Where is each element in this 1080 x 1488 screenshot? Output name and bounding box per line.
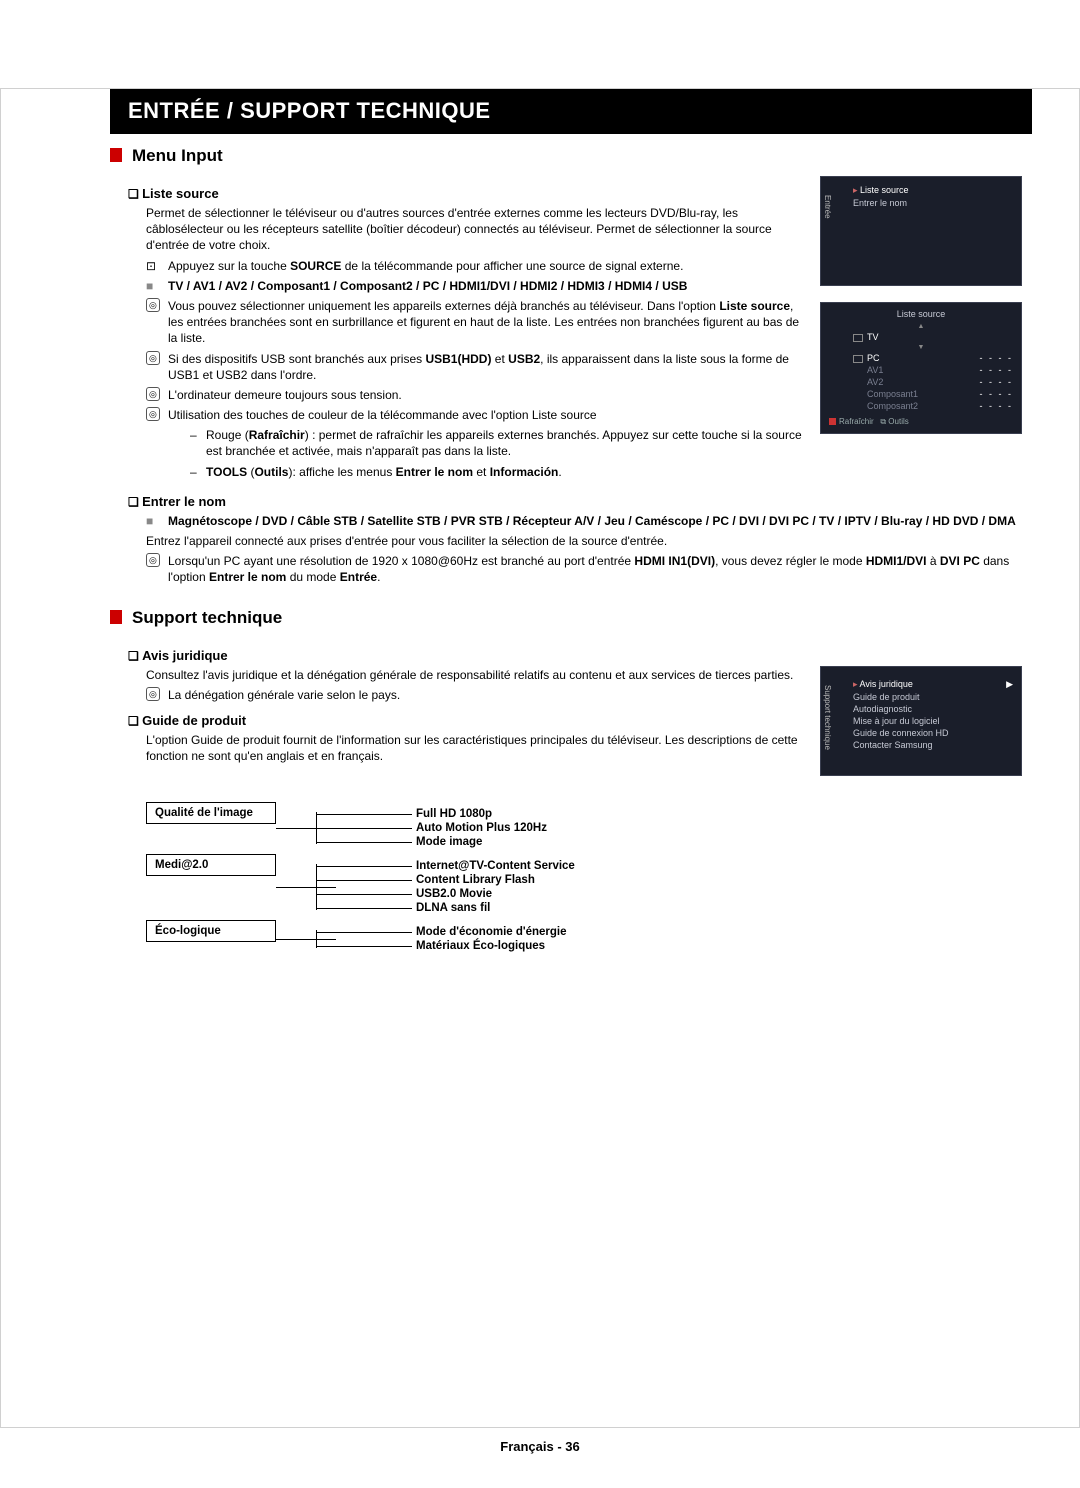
table-cell: Internet@TV-Content Service [376, 860, 575, 872]
osd-support: Support technique ▸ Avis juridique▶ Guid… [820, 666, 1022, 776]
section-menu-input: Menu Input [110, 146, 1022, 166]
table-cell: Medi@2.0 [146, 854, 276, 876]
para: L'option Guide de produit fournit de l'i… [146, 732, 802, 764]
osd-header: Liste source [829, 309, 1013, 319]
heading-liste-source: Liste source [110, 186, 802, 201]
osd-liste-source: Liste source TV PC- - - - AV1- - - - AV2… [820, 302, 1022, 434]
table-cell: Matériaux Éco-logiques [376, 940, 567, 952]
heading-guide-produit: Guide de produit [110, 713, 802, 728]
section-support-technique: Support technique [110, 608, 1022, 628]
table-cell: Mode image [376, 836, 547, 848]
feature-table: Qualité de l'image Full HD 1080p Auto Mo… [146, 802, 1022, 958]
osd-row: Entrer le nom [829, 198, 1013, 208]
note: Utilisation des touches de couleur de la… [146, 407, 802, 423]
osd-sidetab: Entrée [823, 195, 832, 219]
note: Vous pouvez sélectionner uniquement les … [146, 298, 802, 347]
para: Permet de sélectionner le téléviseur ou … [146, 205, 802, 254]
table-cell: DLNA sans fil [376, 902, 575, 914]
table-cell: USB2.0 Movie [376, 888, 575, 900]
table-cell: Mode d'économie d'énergie [376, 926, 567, 938]
dash-item: Rouge (Rafraîchir) : permet de rafraîchi… [190, 427, 802, 459]
note: Si des dispositifs USB sont branchés aux… [146, 351, 802, 383]
para: Entrez l'appareil connecté aux prises d'… [146, 533, 1022, 549]
table-cell: Qualité de l'image [146, 802, 276, 824]
banner-title: ENTRÉE / SUPPORT TECHNIQUE [110, 88, 1032, 134]
osd-entree: Entrée ▸ Liste source Entrer le nom [820, 176, 1022, 286]
bullet-sources: TV / AV1 / AV2 / Composant1 / Composant2… [146, 278, 802, 294]
dash-item: TOOLS (Outils): affiche les menus Entrer… [190, 464, 802, 480]
para: Consultez l'avis juridique et la dénégat… [146, 667, 802, 683]
note: La dénégation générale varie selon le pa… [146, 687, 802, 703]
table-cell: Auto Motion Plus 120Hz [376, 822, 547, 834]
table-cell: Content Library Flash [376, 874, 575, 886]
bullet-devices: Magnétoscope / DVD / Câble STB / Satelli… [146, 513, 1022, 529]
osd-sidetab: Support technique [823, 685, 832, 750]
remote-note: Appuyez sur la touche SOURCE de la téléc… [146, 258, 802, 274]
heading-entrer-nom: Entrer le nom [110, 494, 1022, 509]
footer-pagenum: Français - 36 [0, 1439, 1080, 1454]
note: L'ordinateur demeure toujours sous tensi… [146, 387, 802, 403]
heading-avis-juridique: Avis juridique [110, 648, 802, 663]
note: Lorsqu'un PC ayant une résolution de 192… [146, 553, 1022, 585]
table-cell: Éco-logique [146, 920, 276, 942]
table-cell: Full HD 1080p [376, 808, 547, 820]
